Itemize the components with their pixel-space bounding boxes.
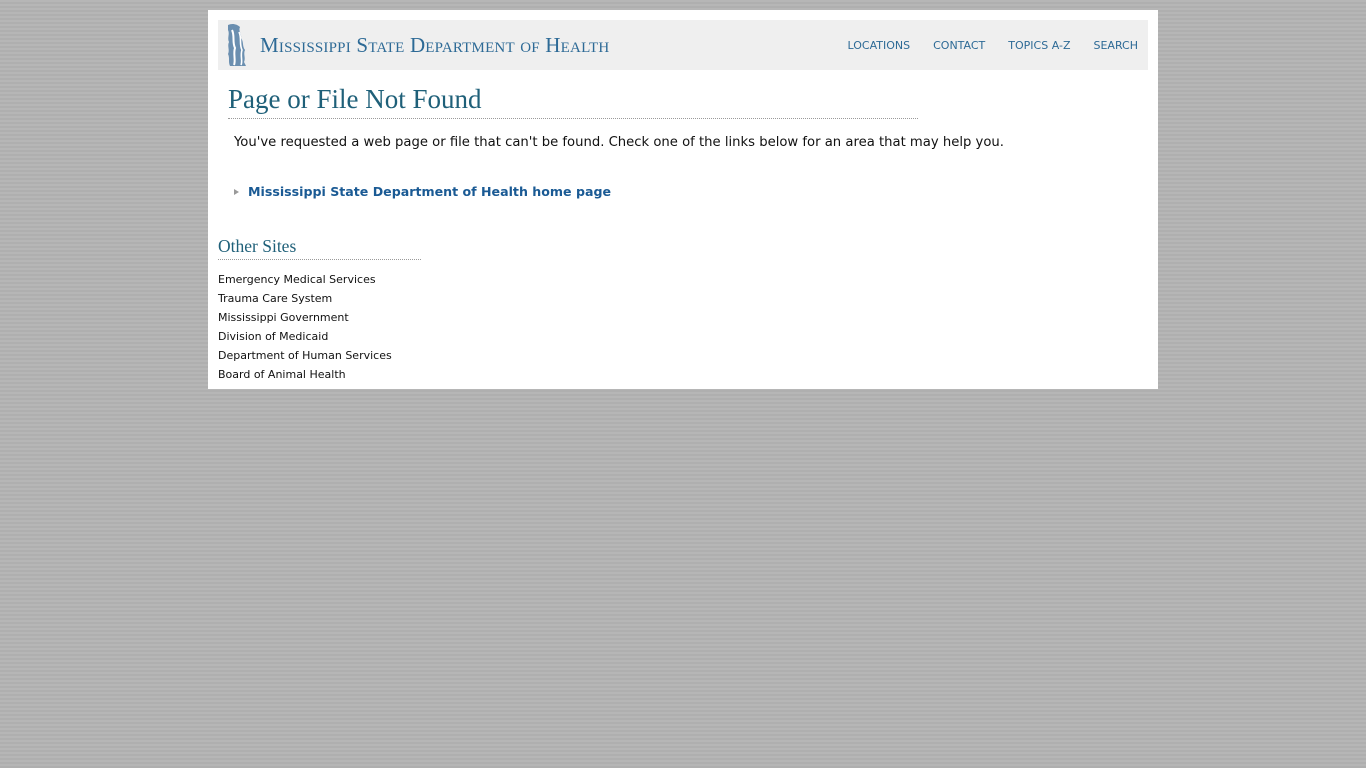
list-item: Mississippi Government xyxy=(218,306,392,325)
site-logo-link[interactable]: Mississippi State Department of Health xyxy=(222,22,609,68)
nav-topics-a-z[interactable]: TOPICS A-Z xyxy=(1008,39,1070,52)
top-nav: LOCATIONS CONTACT TOPICS A-Z SEARCH xyxy=(825,20,1138,70)
link-mississippi-government[interactable]: Mississippi Government xyxy=(218,311,349,324)
other-sites-list: Emergency Medical Services Trauma Care S… xyxy=(218,268,392,382)
other-sites-title: Other Sites xyxy=(218,236,421,260)
link-department-of-human-services[interactable]: Department of Human Services xyxy=(218,349,392,362)
list-item: Division of Medicaid xyxy=(218,325,392,344)
list-item: Emergency Medical Services xyxy=(218,268,392,287)
triangle-bullet-icon xyxy=(234,188,239,195)
state-silhouette-logo-icon xyxy=(222,22,252,68)
intro-text: You've requested a web page or file that… xyxy=(234,135,1004,150)
home-link-item: Mississippi State Department of Health h… xyxy=(234,184,611,199)
link-division-of-medicaid[interactable]: Division of Medicaid xyxy=(218,330,328,343)
nav-locations[interactable]: LOCATIONS xyxy=(848,39,911,52)
logo-text: Mississippi State Department of Health xyxy=(260,32,610,57)
home-page-link[interactable]: Mississippi State Department of Health h… xyxy=(248,184,611,199)
page-title: Page or File Not Found xyxy=(228,84,918,119)
list-item: Trauma Care System xyxy=(218,287,392,306)
link-board-of-animal-health[interactable]: Board of Animal Health xyxy=(218,368,346,381)
nav-search[interactable]: SEARCH xyxy=(1093,39,1138,52)
list-item: Board of Animal Health xyxy=(218,363,392,382)
page-container: Mississippi State Department of Health L… xyxy=(208,10,1158,389)
site-header: Mississippi State Department of Health L… xyxy=(218,20,1148,70)
nav-contact[interactable]: CONTACT xyxy=(933,39,985,52)
link-emergency-medical-services[interactable]: Emergency Medical Services xyxy=(218,273,376,286)
link-trauma-care-system[interactable]: Trauma Care System xyxy=(218,292,332,305)
list-item: Department of Human Services xyxy=(218,344,392,363)
